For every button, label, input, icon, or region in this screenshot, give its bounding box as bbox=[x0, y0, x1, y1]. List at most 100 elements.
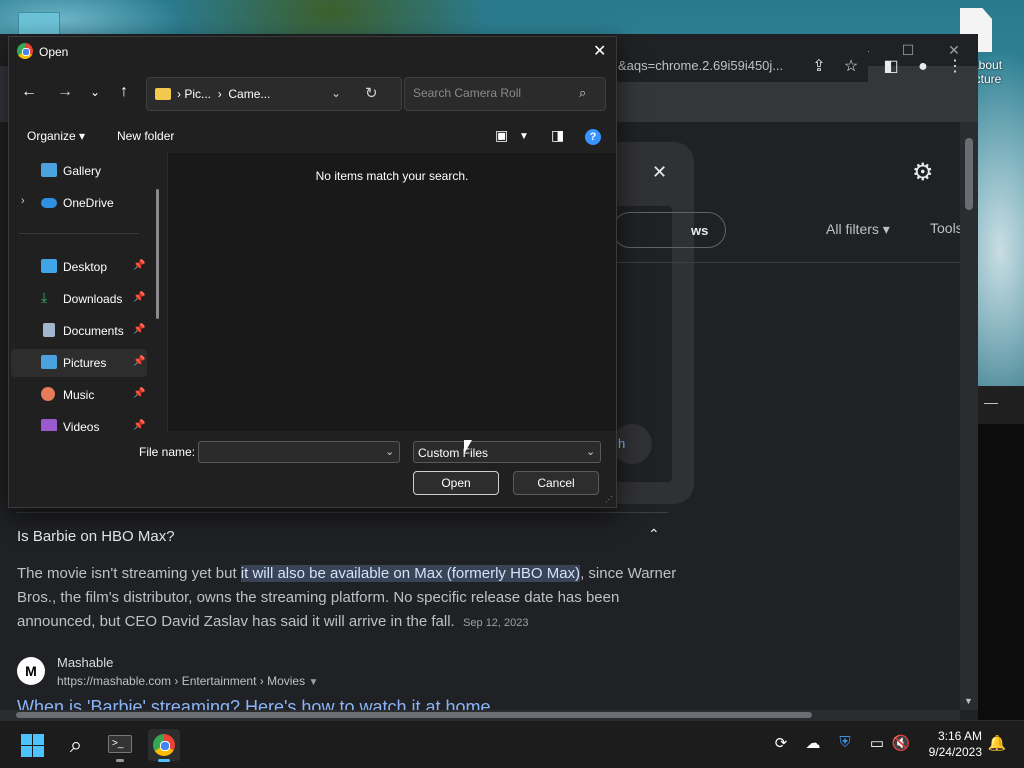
caret-down-icon[interactable]: ▼ bbox=[308, 677, 318, 688]
news-filter-chip[interactable]: ws bbox=[612, 212, 726, 248]
sidebar-item-gallery[interactable]: Gallery bbox=[11, 157, 147, 185]
close-icon[interactable]: ✕ bbox=[652, 162, 667, 183]
sidebar-item-downloads[interactable]: ⤓ Downloads 📌 bbox=[11, 285, 147, 313]
desktop-icon bbox=[41, 259, 57, 273]
address-bar-url[interactable]: &aqs=chrome.2.69i59i450j... bbox=[618, 58, 783, 73]
network-icon[interactable]: ▭ bbox=[866, 734, 888, 752]
notification-bell-icon[interactable]: 🔔 bbox=[986, 734, 1008, 752]
file-name-input[interactable] bbox=[205, 445, 375, 459]
dialog-title: Open bbox=[39, 45, 69, 59]
profile-icon[interactable]: ● bbox=[912, 56, 934, 78]
sidebar-item-label: Downloads bbox=[63, 292, 123, 306]
windows-logo-icon bbox=[33, 746, 44, 757]
all-filters-button[interactable]: All filters ▾ bbox=[826, 221, 890, 238]
command-bar: Organize ▾ New folder ▣ ▼ ◨ ? bbox=[9, 123, 618, 153]
file-name-combobox[interactable]: ⌄ bbox=[198, 441, 400, 463]
answer-text: The movie isn't streaming yet but bbox=[17, 565, 241, 582]
expand-chevron-icon[interactable]: › bbox=[21, 195, 25, 207]
pin-icon: 📌 bbox=[133, 388, 146, 399]
sidebar-item-desktop[interactable]: Desktop 📌 bbox=[11, 253, 147, 281]
sidebar-item-documents[interactable]: Documents 📌 bbox=[11, 317, 147, 345]
help-icon[interactable]: ? bbox=[585, 129, 601, 145]
desktop-file-label[interactable]: about icture bbox=[972, 58, 1024, 86]
chevron-down-icon[interactable]: ⌄ bbox=[586, 445, 595, 458]
onedrive-icon[interactable]: ☁ bbox=[802, 734, 824, 752]
music-icon bbox=[41, 387, 55, 401]
clock-date: 9/24/2023 bbox=[928, 745, 982, 759]
scrollbar-thumb[interactable] bbox=[16, 712, 812, 718]
desktop-shortcut-icon[interactable] bbox=[18, 12, 60, 36]
preview-pane-icon[interactable]: ◨ bbox=[551, 127, 564, 144]
file-type-select[interactable]: Custom Files ⌄ bbox=[413, 441, 601, 463]
search-box[interactable]: ⌕ bbox=[404, 77, 606, 111]
chevron-down-icon[interactable]: ⌄ bbox=[331, 86, 341, 100]
sidebar-item-label: OneDrive bbox=[63, 196, 114, 210]
menu-icon[interactable]: ⋮ bbox=[944, 56, 966, 78]
back-icon[interactable]: ← bbox=[17, 83, 41, 101]
forward-icon[interactable]: → bbox=[53, 83, 77, 101]
breadcrumb-pictures[interactable]: Pic... bbox=[184, 87, 211, 101]
breadcrumb-separator-icon: › bbox=[214, 87, 226, 101]
sidebar-item-videos[interactable]: Videos 📌 bbox=[11, 413, 147, 431]
navigation-pane-scrollbar[interactable] bbox=[156, 189, 159, 319]
downloads-icon: ⤓ bbox=[41, 289, 48, 305]
minimize-icon[interactable]: — bbox=[984, 394, 998, 410]
view-icon[interactable]: ▣ bbox=[495, 127, 508, 144]
faq-question[interactable]: Is Barbie on HBO Max? bbox=[17, 528, 175, 545]
volume-muted-icon[interactable]: 🔇 bbox=[890, 734, 912, 752]
side-panel-icon[interactable]: ◧ bbox=[880, 56, 902, 78]
refresh-icon[interactable]: ↻ bbox=[365, 84, 378, 102]
horizontal-scrollbar[interactable] bbox=[0, 710, 960, 720]
terminal-window bbox=[978, 386, 1024, 720]
open-button[interactable]: Open bbox=[413, 471, 499, 495]
clock[interactable]: 3:16 AM 9/24/2023 bbox=[912, 728, 982, 760]
chevron-up-icon[interactable]: ⌃ bbox=[648, 526, 660, 543]
settings-gear-icon[interactable]: ⚙ bbox=[912, 158, 934, 187]
address-bar[interactable]: › Pic... › Came... ⌄ ↻ bbox=[146, 77, 402, 111]
organize-button[interactable]: Organize ▾ bbox=[27, 129, 85, 143]
clock-time: 3:16 AM bbox=[937, 729, 982, 743]
terminal-taskbar-button[interactable]: >_ bbox=[104, 729, 136, 762]
chevron-down-icon[interactable]: ▼ bbox=[519, 131, 529, 142]
open-file-dialog: Open ✕ ← → ⌄ ↑ › Pic... › Came... ⌄ ↻ ⌕ … bbox=[8, 36, 617, 508]
close-icon[interactable]: ✕ bbox=[593, 41, 606, 61]
all-filters-label: All filters bbox=[826, 221, 879, 237]
share-icon[interactable]: ⇪ bbox=[808, 56, 830, 78]
mashable-logo[interactable]: M bbox=[17, 657, 45, 685]
breadcrumb-camera-roll[interactable]: Came... bbox=[228, 87, 270, 101]
scrollbar-thumb[interactable] bbox=[965, 138, 973, 210]
divider bbox=[600, 262, 960, 263]
result-title-link[interactable]: When is 'Barbie' streaming? Here's how t… bbox=[17, 697, 617, 711]
cancel-button[interactable]: Cancel bbox=[513, 471, 599, 495]
terminal-titlebar[interactable]: — bbox=[978, 386, 1024, 424]
vertical-scrollbar[interactable]: ▼ bbox=[960, 122, 978, 710]
new-folder-button[interactable]: New folder bbox=[117, 129, 174, 143]
running-indicator bbox=[116, 759, 124, 762]
search-icon[interactable]: ⌕ bbox=[579, 85, 586, 101]
result-source-name[interactable]: Mashable bbox=[57, 655, 113, 670]
up-icon[interactable]: ↑ bbox=[112, 83, 136, 101]
start-button[interactable] bbox=[18, 729, 50, 761]
security-shield-icon[interactable]: ⛨ bbox=[834, 734, 856, 751]
sidebar-item-onedrive[interactable]: › OneDrive bbox=[11, 189, 147, 217]
update-icon[interactable]: ⟳ bbox=[770, 734, 792, 752]
search-icon[interactable]: ⌕ bbox=[60, 729, 92, 761]
resize-grip-icon[interactable]: ⋰ bbox=[605, 495, 613, 504]
onedrive-icon bbox=[41, 198, 57, 208]
chrome-taskbar-button[interactable] bbox=[148, 729, 180, 762]
result-source-url[interactable]: https://mashable.com › Entertainment › M… bbox=[57, 674, 318, 688]
file-list[interactable]: No items match your search. bbox=[168, 153, 616, 431]
recent-locations-icon[interactable]: ⌄ bbox=[83, 85, 107, 99]
chevron-down-icon[interactable]: ⌄ bbox=[385, 445, 394, 458]
search-input[interactable] bbox=[413, 86, 573, 100]
sidebar-item-label: Videos bbox=[63, 420, 100, 431]
sidebar-item-pictures[interactable]: Pictures 📌 bbox=[11, 349, 147, 377]
navigation-pane[interactable]: Gallery › OneDrive Desktop 📌 ⤓ Downloads… bbox=[9, 153, 167, 431]
news-chip-label: ws bbox=[691, 223, 709, 238]
breadcrumb[interactable]: › Pic... › Came... bbox=[177, 87, 270, 101]
bookmark-star-icon[interactable]: ☆ bbox=[840, 56, 862, 78]
search-button[interactable]: h bbox=[612, 424, 652, 464]
tools-button[interactable]: Tools bbox=[930, 220, 963, 236]
sidebar-item-music[interactable]: Music 📌 bbox=[11, 381, 147, 409]
scroll-down-icon[interactable]: ▼ bbox=[964, 696, 973, 706]
